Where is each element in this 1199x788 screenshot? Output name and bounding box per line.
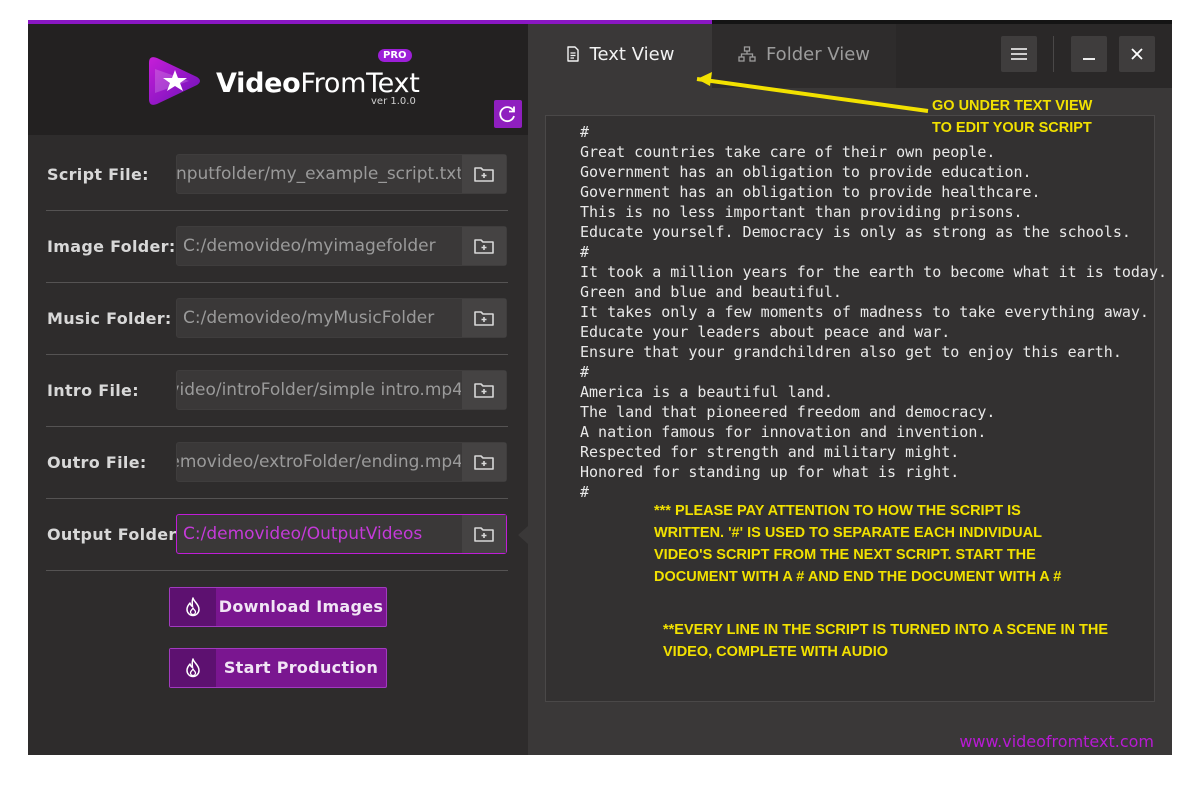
- script-text[interactable]: # Great countries take care of their own…: [580, 122, 1167, 502]
- tab-text-view[interactable]: Text View: [528, 20, 712, 88]
- left-panel: PRO VideoFromText ver 1.0.0 Script File:…: [28, 20, 528, 755]
- scene-note-line: **EVERY LINE IN THE SCRIPT IS TURNED INT…: [663, 622, 1108, 638]
- image-folder-browse-button[interactable]: [461, 227, 506, 265]
- separator-note-line: VIDEO'S SCRIPT FROM THE NEXT SCRIPT. STA…: [654, 547, 1036, 563]
- script-file-label: Script File:: [47, 165, 149, 184]
- script-file-row: Script File: C:/demovideo/myinputfolder/…: [46, 140, 508, 211]
- folder-add-icon: [474, 455, 494, 470]
- download-images-label: Download Images: [218, 597, 384, 616]
- image-folder-label: Image Folder:: [47, 237, 176, 256]
- top-accent-bar: [28, 20, 528, 24]
- close-icon: [1131, 48, 1143, 60]
- outro-file-field[interactable]: C:/demovideo/extroFolder/ending.mp4: [176, 442, 507, 482]
- image-folder-value[interactable]: C:/demovideo/myimagefolder: [177, 227, 463, 265]
- document-icon: [566, 46, 579, 62]
- folder-add-icon: [474, 383, 494, 398]
- outro-file-browse-button[interactable]: [461, 443, 506, 481]
- tab-hint-note: GO UNDER TEXT VIEW TO EDIT YOUR SCRIPT: [932, 95, 1092, 139]
- folder-add-icon: [474, 239, 494, 254]
- version-label: ver 1.0.0: [371, 96, 416, 107]
- intro-file-row: Intro File: C:/demovideo/introFolder/sim…: [46, 356, 508, 427]
- image-folder-field[interactable]: C:/demovideo/myimagefolder: [176, 226, 507, 266]
- script-file-browse-button[interactable]: [461, 155, 506, 193]
- script-file-field[interactable]: C:/demovideo/myinputfolder/my_example_sc…: [176, 154, 507, 194]
- output-folder-row: Output Folder: C:/demovideo/OutputVideos: [46, 500, 508, 571]
- intro-file-browse-button[interactable]: [461, 371, 506, 409]
- start-production-icon-box: [170, 649, 216, 687]
- refresh-button[interactable]: [494, 100, 522, 128]
- folder-add-icon: [474, 527, 494, 542]
- active-field-pointer: [518, 526, 528, 544]
- outro-file-row: Outro File: C:/demovideo/extroFolder/end…: [46, 428, 508, 499]
- tab-bar: Text View Folder View: [528, 20, 1172, 88]
- folder-add-icon: [474, 311, 494, 326]
- start-production-label: Start Production: [223, 658, 379, 677]
- music-folder-browse-button[interactable]: [461, 299, 506, 337]
- scene-note-line: VIDEO, COMPLETE WITH AUDIO: [663, 644, 889, 660]
- tab-folder-view-label: Folder View: [765, 43, 871, 65]
- intro-file-label: Intro File:: [47, 381, 139, 400]
- output-folder-browse-button[interactable]: [461, 515, 506, 553]
- logo-area: PRO VideoFromText ver 1.0.0: [28, 20, 528, 135]
- menu-button[interactable]: [1001, 36, 1037, 72]
- output-folder-field[interactable]: C:/demovideo/OutputVideos: [176, 514, 507, 554]
- music-folder-row: Music Folder: C:/demovideo/myMusicFolder: [46, 284, 508, 355]
- separator-note-line: WRITTEN. '#' IS USED TO SEPARATE EACH IN…: [654, 525, 1042, 541]
- close-button[interactable]: [1119, 36, 1155, 72]
- brand-name-rest: FromText: [300, 68, 420, 99]
- download-images-button[interactable]: Download Images: [169, 587, 387, 627]
- separator-note-line: DOCUMENT WITH A # AND END THE DOCUMENT W…: [654, 569, 1062, 585]
- separator-note-line: *** PLEASE PAY ATTENTION TO HOW THE SCRI…: [654, 503, 1021, 519]
- tab-hint-line-2: TO EDIT YOUR SCRIPT: [932, 120, 1092, 136]
- download-images-icon-box: [170, 588, 216, 626]
- pro-badge: PRO: [378, 49, 412, 62]
- separator-note: *** PLEASE PAY ATTENTION TO HOW THE SCRI…: [654, 500, 1061, 588]
- tab-text-view-label: Text View: [589, 43, 675, 65]
- outro-file-label: Outro File:: [47, 453, 147, 472]
- top-dark-bar: [712, 20, 1172, 24]
- menu-icon: [1011, 48, 1027, 60]
- flame-icon: [186, 597, 200, 617]
- scene-note: **EVERY LINE IN THE SCRIPT IS TURNED INT…: [663, 619, 1108, 663]
- music-folder-field[interactable]: C:/demovideo/myMusicFolder: [176, 298, 507, 338]
- active-tab-accent: [528, 20, 712, 24]
- brand-name-bold: Video: [216, 68, 301, 99]
- folder-add-icon: [474, 167, 494, 182]
- website-link[interactable]: www.videofromtext.com: [959, 732, 1154, 751]
- refresh-icon: [499, 106, 515, 123]
- output-folder-value[interactable]: C:/demovideo/OutputVideos: [177, 515, 463, 553]
- start-production-button[interactable]: Start Production: [169, 648, 387, 688]
- flame-icon: [186, 658, 200, 678]
- output-folder-label: Output Folder:: [47, 525, 184, 544]
- brand-name: VideoFromText: [216, 68, 420, 99]
- minimize-icon: [1083, 58, 1095, 60]
- outro-file-value[interactable]: C:/demovideo/extroFolder/ending.mp4: [177, 443, 463, 481]
- logo-icon: [149, 57, 200, 105]
- script-file-value[interactable]: C:/demovideo/myinputfolder/my_example_sc…: [177, 155, 463, 193]
- tab-folder-view[interactable]: Folder View: [712, 20, 896, 88]
- music-folder-label: Music Folder:: [47, 309, 172, 328]
- minimize-button[interactable]: [1071, 36, 1107, 72]
- script-editor[interactable]: # Great countries take care of their own…: [545, 115, 1167, 702]
- sitemap-icon: [738, 46, 756, 62]
- intro-file-field[interactable]: C:/demovideo/introFolder/simple intro.mp…: [176, 370, 507, 410]
- music-folder-value[interactable]: C:/demovideo/myMusicFolder: [177, 299, 463, 337]
- window-controls-divider: [1053, 36, 1054, 72]
- tab-hint-line-1: GO UNDER TEXT VIEW: [932, 98, 1093, 114]
- image-folder-row: Image Folder: C:/demovideo/myimagefolder: [46, 212, 508, 283]
- intro-file-value[interactable]: C:/demovideo/introFolder/simple intro.mp…: [177, 371, 463, 409]
